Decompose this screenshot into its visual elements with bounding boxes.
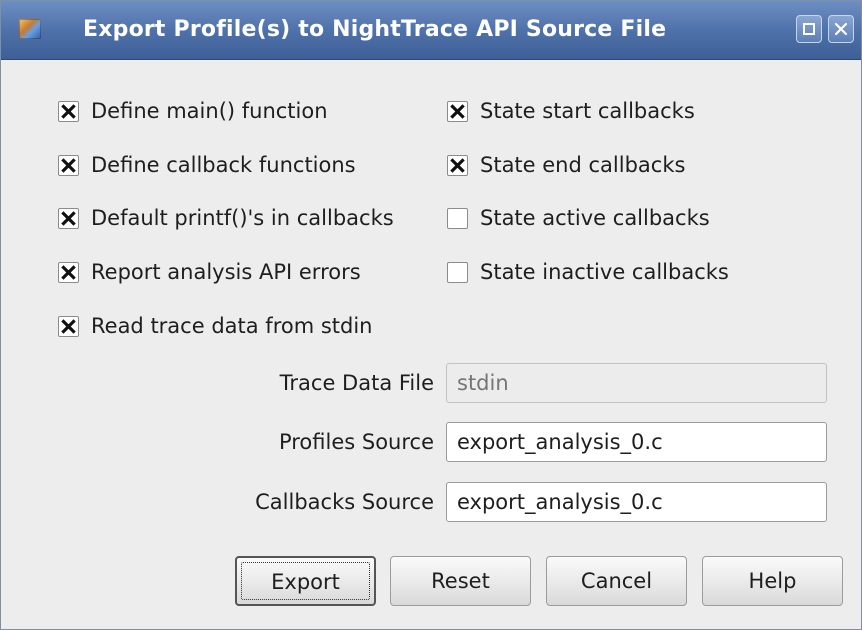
report-api-errors-checkbox[interactable]: Report analysis API errors [58,257,361,287]
profiles-source-label: Profiles Source [278,430,434,454]
checkbox-label[interactable]: Define callback functions [91,153,356,177]
checkbox-icon[interactable] [447,154,468,176]
maximize-button[interactable] [796,15,822,43]
callbacks-source-input[interactable] [446,482,827,522]
profiles-source-input[interactable] [446,422,827,462]
close-button[interactable] [828,15,854,43]
check-mark-icon [61,264,76,280]
checkbox-label[interactable]: State start callbacks [480,99,695,123]
reset-button[interactable]: Reset [390,556,531,606]
checkbox-icon[interactable] [447,100,468,122]
checkbox-label[interactable]: Default printf()'s in callbacks [91,206,394,230]
export-button[interactable]: Export [235,556,376,606]
nighttrace-app-icon[interactable] [19,19,41,39]
export-button-label: Export [271,570,340,594]
trace-data-file-input [446,363,827,403]
check-mark-icon [61,210,76,226]
title-bar[interactable]: Export Profile(s) to NightTrace API Sour… [1,1,861,60]
check-mark-icon [61,157,76,173]
trace-data-file-label: Trace Data File [279,371,434,395]
export-dialog: Export Profile(s) to NightTrace API Sour… [0,0,862,630]
define-main-checkbox[interactable]: Define main() function [58,96,328,126]
define-callback-functions-checkbox[interactable]: Define callback functions [58,150,356,180]
cancel-button-label: Cancel [580,569,653,593]
checkbox-label[interactable]: State end callbacks [480,153,685,177]
window-title: Export Profile(s) to NightTrace API Sour… [83,17,667,42]
state-end-callbacks-checkbox[interactable]: State end callbacks [447,150,685,180]
read-stdin-checkbox[interactable]: Read trace data from stdin [58,311,373,341]
state-active-callbacks-checkbox[interactable]: State active callbacks [447,203,710,233]
cancel-button[interactable]: Cancel [546,556,687,606]
checkbox-label[interactable]: Report analysis API errors [91,260,361,284]
state-start-callbacks-checkbox[interactable]: State start callbacks [447,96,695,126]
checkbox-label[interactable]: State active callbacks [480,206,710,230]
help-button-label: Help [748,569,797,593]
check-mark-icon [450,103,465,119]
state-inactive-callbacks-checkbox[interactable]: State inactive callbacks [447,257,729,287]
callbacks-source-label: Callbacks Source [255,490,434,514]
reset-button-label: Reset [431,569,490,593]
check-mark-icon [61,103,76,119]
checkbox-icon[interactable] [58,315,79,337]
default-printf-checkbox[interactable]: Default printf()'s in callbacks [58,203,394,233]
checkbox-icon[interactable] [58,207,79,229]
checkbox-icon[interactable] [58,261,79,283]
checkbox-label[interactable]: Define main() function [91,99,328,123]
checkbox-label[interactable]: State inactive callbacks [480,260,729,284]
check-mark-icon [450,157,465,173]
checkbox-label[interactable]: Read trace data from stdin [91,314,373,338]
checkbox-icon[interactable] [58,154,79,176]
checkbox-icon[interactable] [447,207,468,229]
checkbox-icon[interactable] [58,100,79,122]
help-button[interactable]: Help [702,556,843,606]
check-mark-icon [61,318,76,334]
checkbox-icon[interactable] [447,261,468,283]
